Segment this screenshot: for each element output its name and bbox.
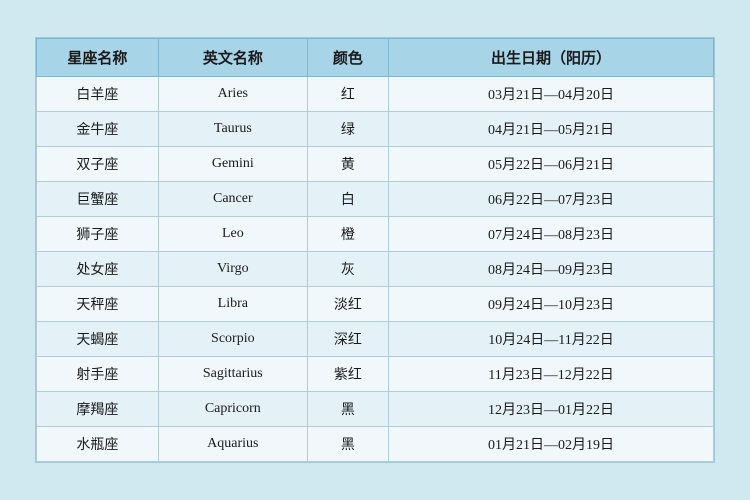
table-row: 摩羯座Capricorn黑12月23日—01月22日: [37, 392, 714, 427]
cell-chinese: 摩羯座: [37, 392, 159, 427]
cell-english: Aquarius: [158, 427, 307, 462]
cell-color: 淡红: [307, 287, 388, 322]
cell-color: 黑: [307, 392, 388, 427]
cell-english: Sagittarius: [158, 357, 307, 392]
cell-color: 白: [307, 182, 388, 217]
cell-english: Gemini: [158, 147, 307, 182]
table-row: 狮子座Leo橙07月24日—08月23日: [37, 217, 714, 252]
cell-color: 黑: [307, 427, 388, 462]
cell-date: 01月21日—02月19日: [389, 427, 714, 462]
cell-chinese: 天秤座: [37, 287, 159, 322]
cell-english: Libra: [158, 287, 307, 322]
table-row: 水瓶座Aquarius黑01月21日—02月19日: [37, 427, 714, 462]
cell-date: 12月23日—01月22日: [389, 392, 714, 427]
header-english: 英文名称: [158, 39, 307, 77]
zodiac-table: 星座名称 英文名称 颜色 出生日期（阳历） 白羊座Aries红03月21日—04…: [36, 38, 714, 462]
cell-date: 06月22日—07月23日: [389, 182, 714, 217]
cell-date: 04月21日—05月21日: [389, 112, 714, 147]
cell-chinese: 天蝎座: [37, 322, 159, 357]
table-body: 白羊座Aries红03月21日—04月20日金牛座Taurus绿04月21日—0…: [37, 77, 714, 462]
table-row: 金牛座Taurus绿04月21日—05月21日: [37, 112, 714, 147]
cell-color: 黄: [307, 147, 388, 182]
cell-date: 10月24日—11月22日: [389, 322, 714, 357]
cell-date: 08月24日—09月23日: [389, 252, 714, 287]
cell-chinese: 处女座: [37, 252, 159, 287]
cell-chinese: 射手座: [37, 357, 159, 392]
cell-color: 橙: [307, 217, 388, 252]
table-row: 天秤座Libra淡红09月24日—10月23日: [37, 287, 714, 322]
table-row: 处女座Virgo灰08月24日—09月23日: [37, 252, 714, 287]
cell-color: 灰: [307, 252, 388, 287]
header-chinese: 星座名称: [37, 39, 159, 77]
cell-date: 03月21日—04月20日: [389, 77, 714, 112]
cell-color: 绿: [307, 112, 388, 147]
cell-english: Taurus: [158, 112, 307, 147]
cell-chinese: 水瓶座: [37, 427, 159, 462]
cell-color: 红: [307, 77, 388, 112]
cell-color: 紫红: [307, 357, 388, 392]
cell-color: 深红: [307, 322, 388, 357]
cell-date: 05月22日—06月21日: [389, 147, 714, 182]
header-color: 颜色: [307, 39, 388, 77]
table-row: 双子座Gemini黄05月22日—06月21日: [37, 147, 714, 182]
cell-english: Cancer: [158, 182, 307, 217]
cell-date: 07月24日—08月23日: [389, 217, 714, 252]
cell-chinese: 白羊座: [37, 77, 159, 112]
cell-chinese: 双子座: [37, 147, 159, 182]
cell-english: Aries: [158, 77, 307, 112]
table-row: 巨蟹座Cancer白06月22日—07月23日: [37, 182, 714, 217]
cell-english: Capricorn: [158, 392, 307, 427]
table-row: 白羊座Aries红03月21日—04月20日: [37, 77, 714, 112]
cell-english: Virgo: [158, 252, 307, 287]
cell-english: Scorpio: [158, 322, 307, 357]
cell-english: Leo: [158, 217, 307, 252]
cell-date: 09月24日—10月23日: [389, 287, 714, 322]
zodiac-table-container: 星座名称 英文名称 颜色 出生日期（阳历） 白羊座Aries红03月21日—04…: [35, 37, 715, 463]
cell-chinese: 金牛座: [37, 112, 159, 147]
header-date: 出生日期（阳历）: [389, 39, 714, 77]
table-row: 天蝎座Scorpio深红10月24日—11月22日: [37, 322, 714, 357]
table-header-row: 星座名称 英文名称 颜色 出生日期（阳历）: [37, 39, 714, 77]
table-row: 射手座Sagittarius紫红11月23日—12月22日: [37, 357, 714, 392]
cell-chinese: 巨蟹座: [37, 182, 159, 217]
cell-chinese: 狮子座: [37, 217, 159, 252]
cell-date: 11月23日—12月22日: [389, 357, 714, 392]
